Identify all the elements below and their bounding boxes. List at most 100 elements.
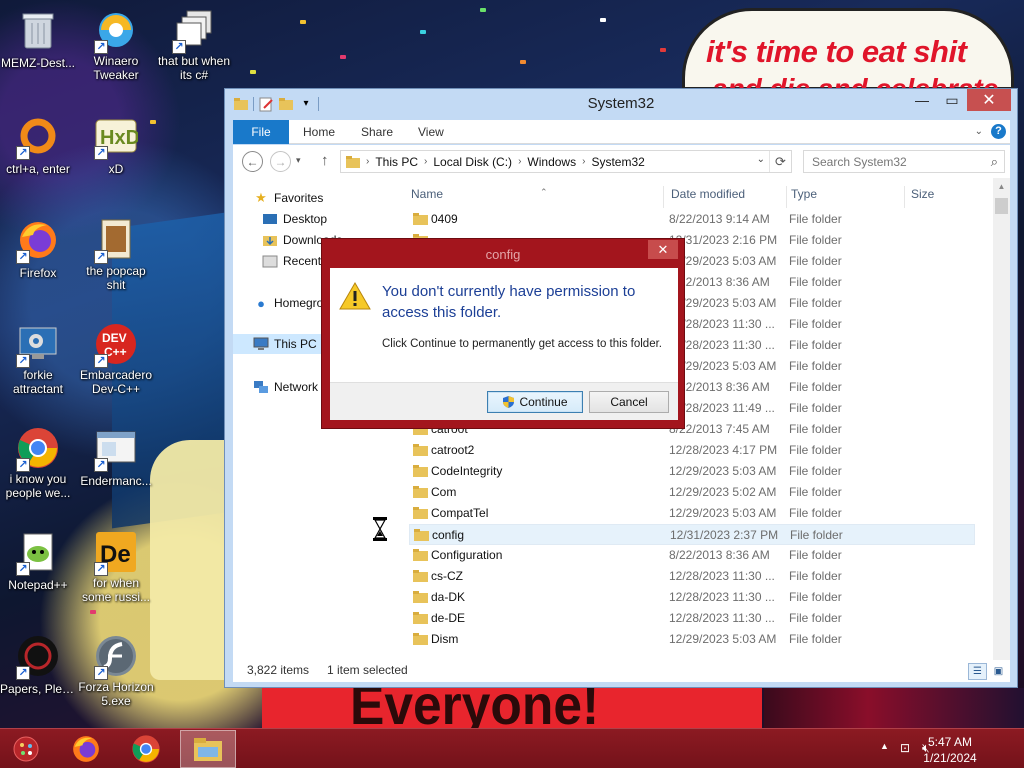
column-header-type[interactable]: Type <box>791 187 817 207</box>
search-box[interactable]: Search System32 ⌕ <box>803 150 1005 173</box>
column-header-date[interactable]: Date modified <box>671 187 745 207</box>
desktop-icon-devcpp[interactable]: DEV C++ ↗ Embarcadero Dev-C++ <box>78 320 154 396</box>
file-type: File folder <box>789 380 842 394</box>
desktop-icon-i-know-you[interactable]: ↗ i know you people we... <box>0 424 76 500</box>
close-button[interactable]: ✕ <box>967 89 1011 111</box>
file-row[interactable]: Dism 12/29/2023 5:03 AM File folder <box>409 629 975 650</box>
large-icons-view-button[interactable]: ▣ <box>989 663 1008 680</box>
breadcrumb-system32[interactable]: System32 <box>587 155 648 169</box>
desktop-icon-for-when[interactable]: De ↗ for when some russi... <box>78 528 154 604</box>
file-row[interactable]: cs-CZ 12/28/2023 11:30 ... File folder <box>409 566 975 587</box>
desktop-icon-forza[interactable]: ↗ Forza Horizon 5.exe <box>78 632 154 708</box>
details-view-button[interactable]: ☰ <box>968 663 987 680</box>
start-orb-icon <box>13 736 39 762</box>
file-row[interactable]: 0409 8/22/2013 9:14 AM File folder <box>409 209 975 230</box>
tab-file[interactable]: File <box>233 120 289 144</box>
column-separator[interactable] <box>904 186 905 208</box>
desktop-icon-firefox[interactable]: ↗ Firefox <box>0 216 76 281</box>
search-icon[interactable]: ⌕ <box>991 154 998 170</box>
sort-ascending-icon: ⌃ <box>540 187 548 197</box>
column-header-name[interactable]: Name ⌃ <box>411 187 548 207</box>
permission-dialog[interactable]: config ✕ You don't currently have permis… <box>321 238 685 429</box>
nav-label: Favorites <box>274 191 324 205</box>
desktop-icon-xd[interactable]: HxD ↗ xD <box>78 112 154 177</box>
de-app-icon: De ↗ <box>92 528 140 576</box>
desktop-icon-that-but-when[interactable]: ↗ that but when its c# <box>156 6 232 82</box>
file-type: File folder <box>789 359 842 373</box>
tab-share[interactable]: Share <box>361 120 393 144</box>
dialog-body: You don't currently have permission to a… <box>330 268 678 382</box>
forward-button[interactable]: → <box>270 151 291 172</box>
desktop-icon-papers-please[interactable]: ↗ Papers, Please <box>0 632 76 697</box>
shortcut-arrow-icon: ↗ <box>16 666 30 680</box>
svg-text:DEV: DEV <box>102 331 127 345</box>
desktop-icon-popcap[interactable]: ↗ the popcap shit <box>78 216 154 292</box>
refresh-button[interactable]: ⟳ <box>769 151 791 172</box>
column-separator[interactable] <box>786 186 787 208</box>
minimize-button[interactable]: — <box>907 89 937 111</box>
desktop-icon-winaero[interactable]: ↗ Winaero Tweaker <box>78 6 154 82</box>
taskbar: ▲ ⊡ 🔇︎ 5:47 AM 1/21/2024 <box>0 728 1024 768</box>
column-header-size[interactable]: Size <box>911 187 934 207</box>
scrollbar-thumb[interactable] <box>995 198 1008 214</box>
column-separator[interactable] <box>663 186 664 208</box>
file-row[interactable]: Configuration 8/22/2013 8:36 AM File folde… <box>409 545 975 566</box>
desktop-icon-label: for when <box>92 576 140 590</box>
file-row[interactable]: config 12/31/2023 2:37 PM File folder <box>409 524 975 545</box>
status-bar: 3,822 items 1 item selected ☰ ▣ <box>233 660 1010 682</box>
taskbar-firefox[interactable] <box>58 730 114 768</box>
file-type: File folder <box>789 275 842 289</box>
nav-favorites[interactable]: ★ Favorites <box>233 188 401 208</box>
maximize-button[interactable]: ▭ <box>937 89 967 111</box>
continue-button[interactable]: Continue <box>487 391 583 413</box>
dialog-close-button[interactable]: ✕ <box>648 240 678 259</box>
file-type: File folder <box>790 528 843 542</box>
file-name: Dism <box>431 632 459 646</box>
file-name: Com <box>431 485 457 499</box>
file-name: CodeIntegrity <box>431 464 503 478</box>
file-row[interactable]: da-DK 12/28/2023 11:30 ... File folder <box>409 587 975 608</box>
shortcut-arrow-icon: ↗ <box>94 40 108 54</box>
start-button[interactable] <box>8 733 44 765</box>
back-button[interactable]: ← <box>242 151 263 172</box>
window-titlebar[interactable]: ▾ System32 — ▭ ✕ <box>225 89 1017 119</box>
file-row[interactable]: de-DE 12/28/2023 11:30 ... File folder <box>409 608 975 629</box>
vertical-scrollbar[interactable]: ▲ <box>993 178 1010 660</box>
recent-locations-icon[interactable]: ▾ <box>296 155 301 166</box>
navigation-bar: ← → ▾ ↑ › This PC › Local Disk (C:) › Wi… <box>233 145 1010 178</box>
taskbar-chrome[interactable] <box>118 730 174 768</box>
desktop-icon-ctrl-a-enter[interactable]: ↗ ctrl+a, enter <box>0 112 76 177</box>
expand-ribbon-icon[interactable]: ⌄ <box>975 126 983 137</box>
winaero-icon: ↗ <box>92 6 140 54</box>
breadcrumb-separator-icon: › <box>582 156 586 167</box>
address-bar[interactable]: › This PC › Local Disk (C:) › Windows › … <box>340 150 792 173</box>
cancel-button[interactable]: Cancel <box>589 391 669 413</box>
file-date: 8/22/2013 9:14 AM <box>669 212 770 226</box>
clock[interactable]: 5:47 AM 1/21/2024 <box>920 734 980 766</box>
desktop-icon-forkie[interactable]: ↗ forkie attractant <box>0 320 76 396</box>
desktop-icon-memz[interactable]: MEMZ-Dest... <box>0 6 76 71</box>
desktop-icon-endermanch[interactable]: ↗ Endermanc... <box>78 424 154 489</box>
network-status-icon[interactable]: ⊡ <box>900 741 910 755</box>
file-row[interactable]: catroot2 12/28/2023 4:17 PM File folder <box>409 440 975 461</box>
scroll-up-icon[interactable]: ▲ <box>993 178 1010 195</box>
warning-icon <box>339 282 371 310</box>
file-row[interactable]: Com 12/29/2023 5:02 AM File folder <box>409 482 975 503</box>
desktop-icon-label: forkie <box>23 368 53 382</box>
tab-home[interactable]: Home <box>303 120 335 144</box>
up-button[interactable]: ↑ <box>321 152 329 169</box>
desktop-icon-notepadpp[interactable]: ↗ Notepad++ <box>0 528 76 593</box>
search-input[interactable]: Search System32 <box>812 155 907 169</box>
file-type: File folder <box>789 443 842 457</box>
tab-view[interactable]: View <box>418 120 444 144</box>
file-row[interactable]: CodeIntegrity 12/29/2023 5:03 AM File fold… <box>409 461 975 482</box>
nav-desktop[interactable]: Desktop <box>233 209 401 229</box>
breadcrumb-windows[interactable]: Windows <box>523 155 580 169</box>
file-row[interactable]: CompatTel 12/29/2023 5:03 AM File folder <box>409 503 975 524</box>
help-icon[interactable]: ? <box>991 124 1006 139</box>
show-hidden-icons-icon[interactable]: ▲ <box>880 741 889 751</box>
breadcrumb-local-disk[interactable]: Local Disk (C:) <box>429 155 516 169</box>
taskbar-file-explorer[interactable] <box>180 730 236 768</box>
breadcrumb-this-pc[interactable]: This PC <box>371 155 422 169</box>
address-dropdown-icon[interactable]: ⌄ <box>757 154 765 165</box>
